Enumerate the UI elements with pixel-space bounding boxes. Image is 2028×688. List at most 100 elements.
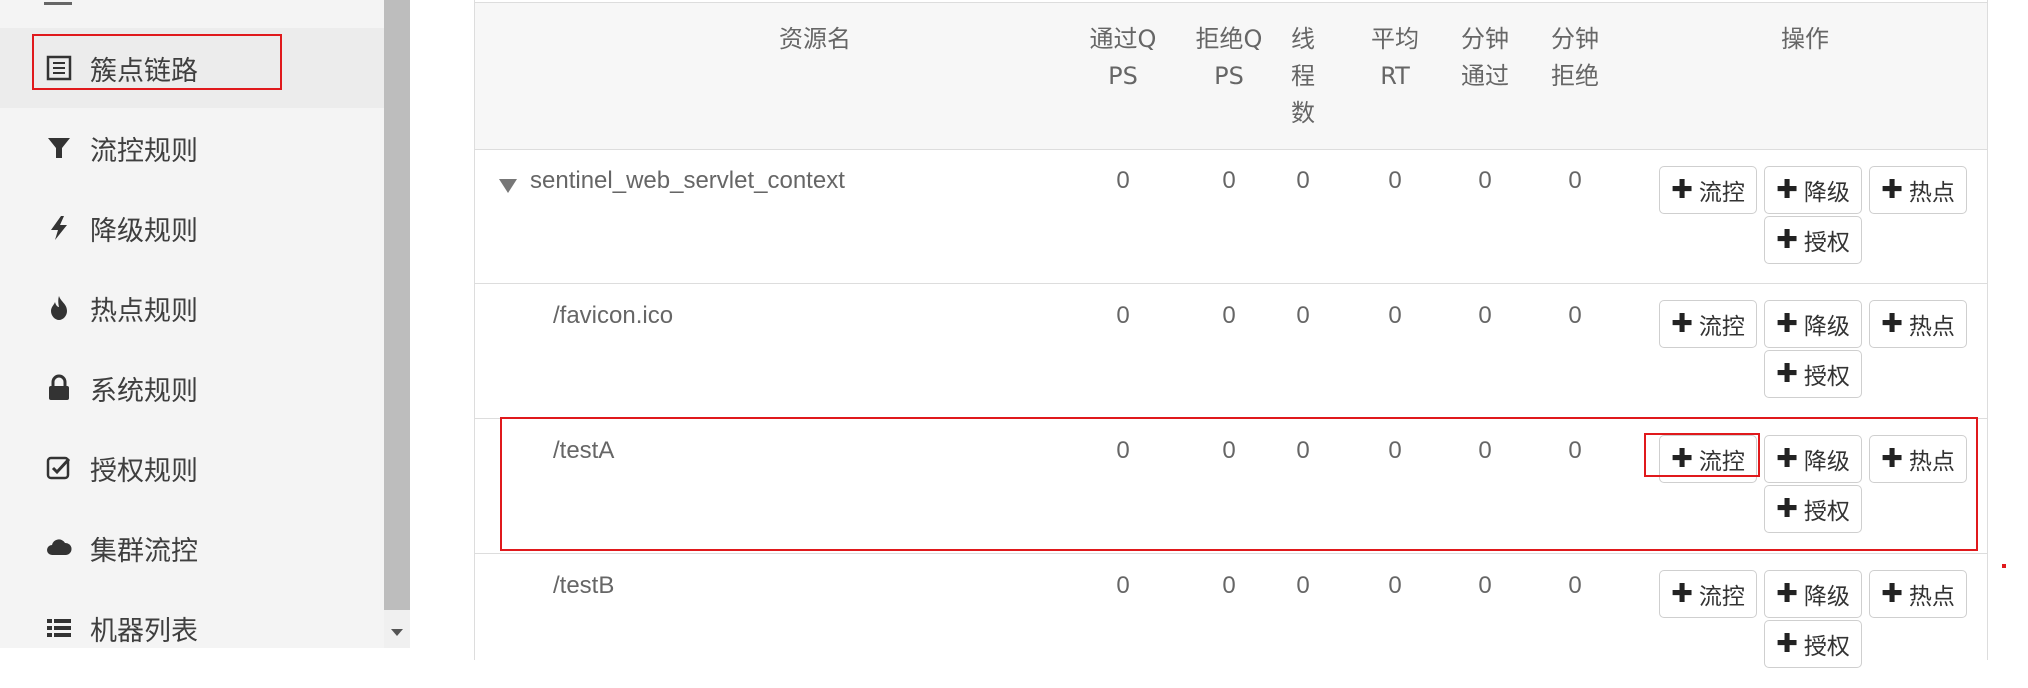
partial-menu-item-icon bbox=[44, 0, 72, 5]
table-row: sentinel_web_servlet_context 0 0 0 0 0 0… bbox=[475, 149, 1987, 284]
add-hotspot-rule-button[interactable]: ✚ 热点 bbox=[1869, 166, 1967, 214]
sidebar-item-cluster-flow[interactable]: 集群流控 bbox=[0, 508, 384, 588]
add-flow-rule-button[interactable]: ✚ 流控 bbox=[1659, 166, 1757, 214]
threads-value: 0 bbox=[1296, 302, 1310, 329]
button-label: 流控 bbox=[1698, 180, 1745, 206]
header-block-qps: 拒绝Q PS bbox=[1195, 25, 1263, 90]
add-auth-rule-button[interactable]: ✚ 授权 bbox=[1764, 485, 1862, 533]
plus-icon: ✚ bbox=[1776, 579, 1798, 609]
add-flow-rule-button[interactable]: ✚ 流控 bbox=[1659, 570, 1757, 618]
plus-icon: ✚ bbox=[1671, 175, 1693, 205]
plus-icon: ✚ bbox=[1776, 444, 1798, 474]
sidebar-item-label: 降级规则 bbox=[90, 215, 198, 247]
resource-name: sentinel_web_servlet_context bbox=[530, 167, 845, 194]
sidebar-item-label: 簇点链路 bbox=[90, 55, 198, 87]
add-flow-rule-button[interactable]: ✚ 流控 bbox=[1659, 300, 1757, 348]
sidebar-item-flow-rules[interactable]: 流控规则 bbox=[0, 108, 384, 188]
sidebar-item-auth-rules[interactable]: 授权规则 bbox=[0, 428, 384, 508]
button-label: 热点 bbox=[1908, 180, 1955, 206]
sidebar-item-label: 系统规则 bbox=[90, 375, 198, 407]
tree-collapse-arrow-icon[interactable] bbox=[499, 179, 517, 193]
pass-qps-value: 0 bbox=[1116, 302, 1130, 329]
table-header: 资源名 通过Q PS 拒绝Q PS 线 程 数 平均 RT 分钟 通过 分钟 拒… bbox=[475, 2, 1987, 150]
sidebar-item-label: 集群流控 bbox=[90, 535, 198, 567]
header-operations: 操作 bbox=[1781, 25, 1829, 53]
plus-icon: ✚ bbox=[1776, 359, 1798, 389]
plus-icon: ✚ bbox=[1671, 579, 1693, 609]
plus-icon: ✚ bbox=[1881, 444, 1903, 474]
button-label: 流控 bbox=[1698, 449, 1745, 475]
minute-pass-value: 0 bbox=[1478, 572, 1492, 599]
pass-qps-value: 0 bbox=[1116, 572, 1130, 599]
fire-icon bbox=[44, 293, 74, 323]
table-row: /favicon.ico 0 0 0 0 0 0 ✚ 流控 ✚ 降级 ✚ 热点 ✚ 授权 bbox=[475, 284, 1987, 419]
annotation-dot bbox=[2002, 564, 2006, 568]
add-degrade-rule-button[interactable]: ✚ 降级 bbox=[1764, 300, 1862, 348]
plus-icon: ✚ bbox=[1671, 309, 1693, 339]
sidebar-item-cluster-point-link[interactable]: 簇点链路 bbox=[0, 28, 384, 108]
plus-icon: ✚ bbox=[1776, 225, 1798, 255]
minute-block-value: 0 bbox=[1568, 437, 1582, 464]
sidebar-item-hotspot-rules[interactable]: 热点规则 bbox=[0, 268, 384, 348]
avg-rt-value: 0 bbox=[1388, 437, 1402, 464]
block-qps-value: 0 bbox=[1222, 572, 1236, 599]
resource-name: /favicon.ico bbox=[553, 302, 674, 329]
header-pass-qps: 通过Q PS bbox=[1089, 25, 1157, 90]
minute-pass-value: 0 bbox=[1478, 437, 1492, 464]
sidebar: 簇点链路 流控规则 降级规则 热点规则 系统规则 授权规则 集群流控 机器列表 bbox=[0, 0, 384, 648]
block-qps-value: 0 bbox=[1222, 302, 1236, 329]
pass-qps-value: 0 bbox=[1116, 437, 1130, 464]
list-icon bbox=[44, 53, 74, 83]
add-flow-rule-button[interactable]: ✚ 流控 bbox=[1659, 435, 1757, 483]
list-bullet-icon bbox=[44, 613, 74, 643]
avg-rt-value: 0 bbox=[1388, 302, 1402, 329]
plus-icon: ✚ bbox=[1881, 309, 1903, 339]
lock-icon bbox=[44, 373, 74, 403]
button-label: 降级 bbox=[1803, 584, 1850, 610]
threads-value: 0 bbox=[1296, 167, 1310, 194]
add-auth-rule-button[interactable]: ✚ 授权 bbox=[1764, 620, 1862, 668]
button-label: 降级 bbox=[1803, 314, 1850, 340]
button-label: 授权 bbox=[1803, 634, 1850, 660]
sidebar-item-label: 热点规则 bbox=[90, 295, 198, 327]
pass-qps-value: 0 bbox=[1116, 167, 1130, 194]
add-hotspot-rule-button[interactable]: ✚ 热点 bbox=[1869, 300, 1967, 348]
filter-icon bbox=[44, 133, 74, 163]
button-label: 流控 bbox=[1698, 584, 1745, 610]
add-hotspot-rule-button[interactable]: ✚ 热点 bbox=[1869, 570, 1967, 618]
header-threads: 线 程 数 bbox=[1291, 25, 1315, 127]
button-label: 热点 bbox=[1908, 584, 1955, 610]
scrollbar-thumb[interactable] bbox=[384, 0, 410, 610]
add-degrade-rule-button[interactable]: ✚ 降级 bbox=[1764, 166, 1862, 214]
sidebar-item-system-rules[interactable]: 系统规则 bbox=[0, 348, 384, 428]
minute-block-value: 0 bbox=[1568, 167, 1582, 194]
scroll-down-arrow-icon[interactable] bbox=[384, 618, 410, 648]
minute-block-value: 0 bbox=[1568, 572, 1582, 599]
button-label: 降级 bbox=[1803, 449, 1850, 475]
add-degrade-rule-button[interactable]: ✚ 降级 bbox=[1764, 435, 1862, 483]
avg-rt-value: 0 bbox=[1388, 572, 1402, 599]
button-label: 热点 bbox=[1908, 449, 1955, 475]
add-auth-rule-button[interactable]: ✚ 授权 bbox=[1764, 216, 1862, 264]
minute-pass-value: 0 bbox=[1478, 302, 1492, 329]
plus-icon: ✚ bbox=[1881, 175, 1903, 205]
block-qps-value: 0 bbox=[1222, 437, 1236, 464]
sidebar-item-degrade-rules[interactable]: 降级规则 bbox=[0, 188, 384, 268]
sidebar-scrollbar[interactable] bbox=[384, 0, 410, 648]
minute-block-value: 0 bbox=[1568, 302, 1582, 329]
resource-name: /testA bbox=[553, 437, 615, 464]
add-degrade-rule-button[interactable]: ✚ 降级 bbox=[1764, 570, 1862, 618]
sidebar-item-label: 流控规则 bbox=[90, 135, 198, 167]
minute-pass-value: 0 bbox=[1478, 167, 1492, 194]
header-avg-rt: 平均 RT bbox=[1371, 25, 1419, 90]
bolt-icon bbox=[44, 213, 74, 243]
sidebar-item-machine-list[interactable]: 机器列表 bbox=[0, 588, 384, 648]
threads-value: 0 bbox=[1296, 437, 1310, 464]
add-auth-rule-button[interactable]: ✚ 授权 bbox=[1764, 350, 1862, 398]
sidebar-item-label: 机器列表 bbox=[90, 615, 198, 647]
block-qps-value: 0 bbox=[1222, 167, 1236, 194]
button-label: 授权 bbox=[1803, 230, 1850, 256]
add-hotspot-rule-button[interactable]: ✚ 热点 bbox=[1869, 435, 1967, 483]
cloud-icon bbox=[44, 533, 74, 563]
plus-icon: ✚ bbox=[1776, 494, 1798, 524]
